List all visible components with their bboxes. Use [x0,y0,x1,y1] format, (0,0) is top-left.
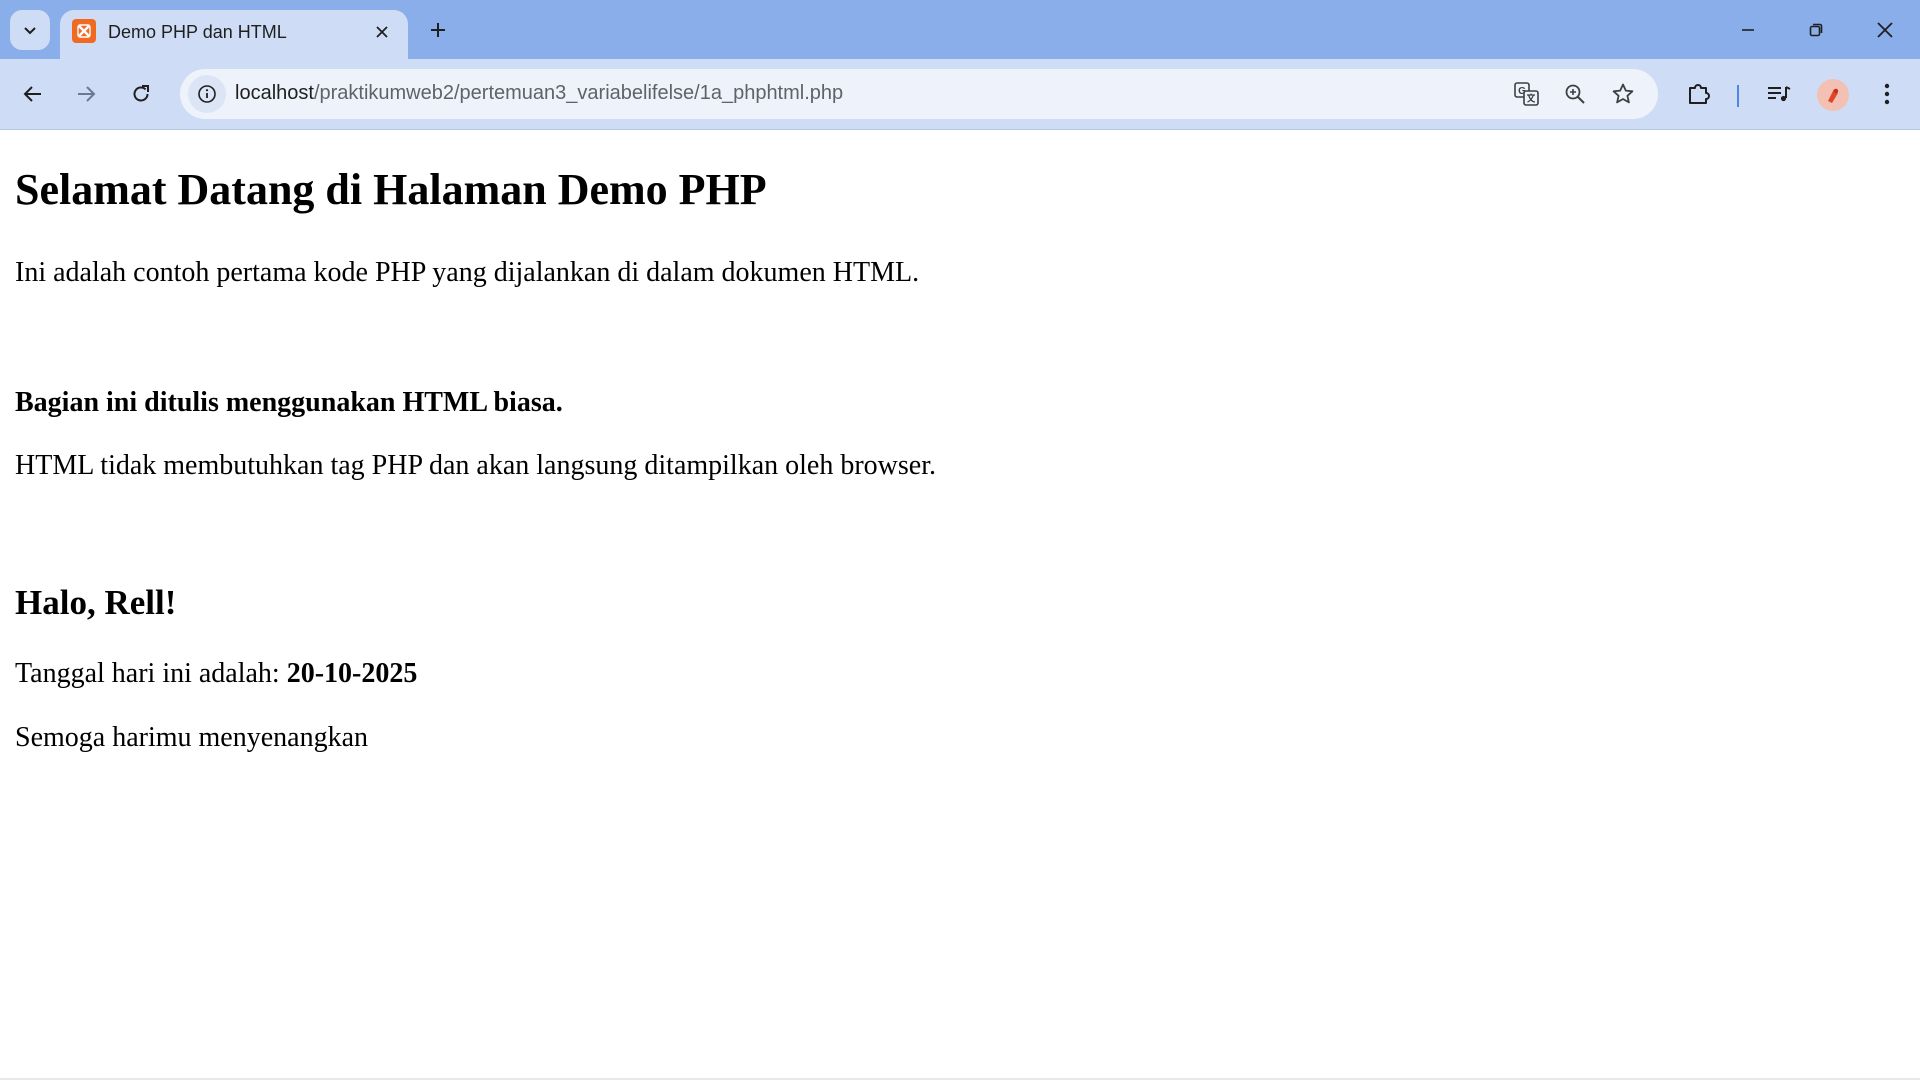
media-queue-icon [1766,82,1792,106]
chevron-down-icon [22,22,38,38]
tab-close-button[interactable] [368,18,396,46]
wish-text: Semoga harimu menyenangkan [15,722,369,753]
date-text: Tanggal hari ini adalah: 20-10-2025 [15,658,417,690]
toolbar-separator [1737,85,1739,107]
page-title: Selamat Datang di Halaman Demo PHP [15,165,767,214]
minimize-button[interactable] [1726,8,1770,52]
date-value: 20-10-2025 [286,658,418,689]
date-label: Tanggal hari ini adalah: [15,658,287,689]
restore-button[interactable] [1794,8,1838,52]
media-controls-button[interactable] [1759,74,1799,114]
avatar-icon [1823,85,1843,105]
reload-icon [130,83,152,105]
reload-button[interactable] [121,74,161,114]
menu-button[interactable] [1867,74,1907,114]
arrow-right-icon [75,83,97,105]
zoom-icon [1564,83,1586,105]
profile-avatar[interactable] [1817,79,1849,111]
arrow-left-icon [22,83,44,105]
intro-text: Ini adalah contoh pertama kode PHP yang … [15,257,920,288]
toolbar: localhost/praktikumweb2/pertemuan3_varia… [0,59,1920,130]
url-text[interactable]: localhost/praktikumweb2/pertemuan3_varia… [235,82,843,105]
translate-icon: G [1514,82,1540,106]
close-window-button[interactable] [1863,8,1907,52]
new-tab-button[interactable] [422,14,454,46]
greeting-heading: Halo, Rell! [15,583,177,622]
tab-search-button[interactable] [10,10,50,50]
browser-window: Demo PHP dan HTML localhost/praktikumweb… [0,0,1920,1080]
tab-title: Demo PHP dan HTML [108,22,287,42]
kebab-menu-icon [1883,82,1891,106]
minimize-icon [1740,22,1756,38]
plus-icon [429,21,447,39]
tab-strip: Demo PHP dan HTML [0,0,1920,59]
back-button[interactable] [13,74,53,114]
extensions-button[interactable] [1679,74,1719,114]
url-host: localhost [235,82,314,104]
site-info-button[interactable] [188,75,226,113]
restore-icon [1808,22,1824,38]
close-icon [1876,21,1894,39]
html-section-heading: Bagian ini ditulis menggunakan HTML bias… [15,387,563,418]
page-content: Selamat Datang di Halaman Demo PHP Ini a… [0,130,1920,1080]
star-icon [1611,82,1635,106]
bookmark-button[interactable] [1606,77,1640,111]
url-path: /praktikumweb2/pertemuan3_variabelifelse… [313,82,844,104]
translate-button[interactable]: G [1510,77,1544,111]
address-bar[interactable]: localhost/praktikumweb2/pertemuan3_varia… [180,69,1658,119]
tab-active[interactable]: Demo PHP dan HTML [60,10,408,59]
info-icon [197,84,217,104]
html-section-text: HTML tidak membutuhkan tag PHP dan akan … [15,450,936,481]
puzzle-icon [1686,81,1712,107]
close-icon [375,25,389,39]
zoom-button[interactable] [1558,77,1592,111]
xampp-favicon-icon [72,19,96,43]
forward-button[interactable] [66,74,106,114]
